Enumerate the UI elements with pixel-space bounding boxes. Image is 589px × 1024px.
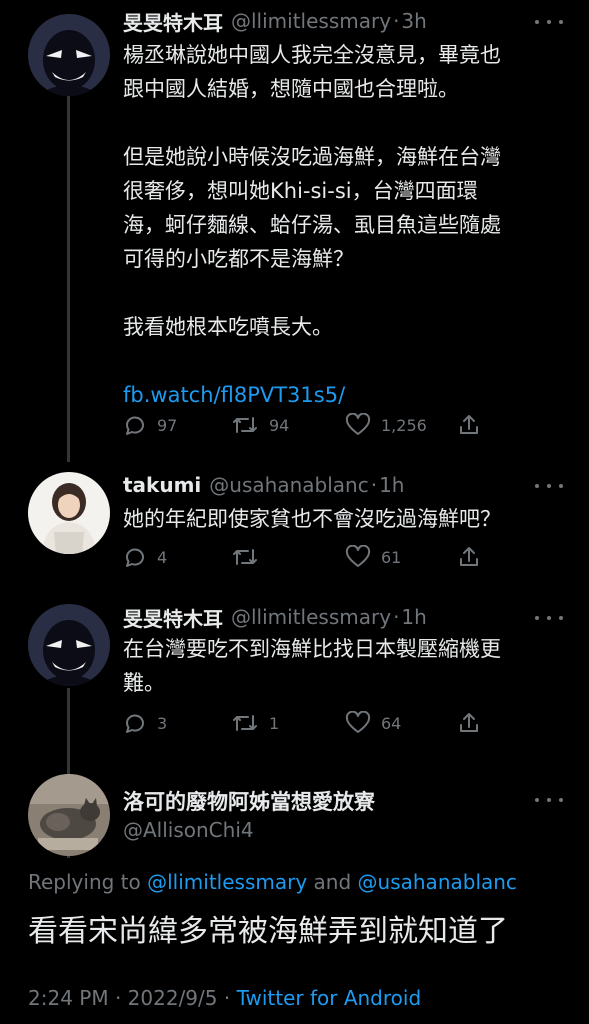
reply-button[interactable]: 3 xyxy=(123,710,167,736)
separator-dot: · xyxy=(108,986,128,1010)
share-button[interactable] xyxy=(457,710,481,736)
tweet-line: 我看她根本吃噴長大。 xyxy=(123,315,333,339)
tweet-link[interactable]: fb.watch/fl8PVT31s5/ xyxy=(123,378,573,412)
reply-button[interactable]: 97 xyxy=(123,412,177,438)
author-handle[interactable]: @llimitlessmary xyxy=(231,9,391,33)
retweet-button[interactable]: 94 xyxy=(231,412,289,438)
heart-icon xyxy=(345,711,371,733)
separator-dot: · xyxy=(393,605,400,629)
tweet-actions: 3 1 64 xyxy=(123,710,503,736)
separator-dot: · xyxy=(393,9,400,33)
author-name[interactable]: 旻旻特木耳 xyxy=(123,603,223,632)
retweet-button[interactable] xyxy=(231,544,269,570)
detective-avatar-icon xyxy=(28,14,110,96)
thread-connector xyxy=(67,92,70,462)
retweet-icon xyxy=(233,417,257,433)
reply-icon xyxy=(126,714,144,733)
share-icon xyxy=(460,713,478,732)
reply-icon xyxy=(126,416,144,435)
tweet-line: 海，蚵仔麵線、蛤仔湯、虱目魚這些隨處 xyxy=(123,213,501,237)
more-options-icon[interactable] xyxy=(535,790,563,810)
retweet-icon xyxy=(233,715,257,731)
tweet-line: 但是她說小時候沒吃過海鮮，海鮮在台灣 xyxy=(123,145,501,169)
replying-and: and xyxy=(307,870,358,894)
tweet-text: 楊丞琳說她中國人我完全沒意見，畢竟也 跟中國人結婚，想隨中國也合理啦。 但是她說… xyxy=(123,38,573,412)
retweet-icon xyxy=(233,549,257,565)
retweet-button[interactable]: 1 xyxy=(231,710,279,736)
mention-link[interactable]: @llimitlessmary xyxy=(147,870,307,894)
retweet-count: 1 xyxy=(269,713,280,733)
retweet-count: 94 xyxy=(269,415,290,435)
share-icon xyxy=(460,547,478,566)
like-count: 61 xyxy=(381,547,402,567)
more-options-icon[interactable] xyxy=(535,608,563,628)
tweet-time[interactable]: 1h xyxy=(379,473,404,497)
replying-to: Replying to @llimitlessmary and @usahana… xyxy=(28,870,517,894)
heart-icon xyxy=(345,545,371,567)
separator-dot: · xyxy=(370,473,378,497)
tweet-line: 很奢侈，想叫她Khi-si-si，台灣四面環 xyxy=(123,179,478,203)
tweet-text: 她的年紀即使家貧也不會沒吃過海鮮吧？ xyxy=(123,502,573,536)
share-button[interactable] xyxy=(457,544,481,570)
tweet-line: 在台灣要吃不到海鮮比找日本製壓縮機更 xyxy=(123,637,501,661)
tweet-actions: 97 94 1,256 xyxy=(123,412,503,438)
share-button[interactable] xyxy=(457,412,481,438)
tweet-line: 難。 xyxy=(123,671,165,695)
like-button[interactable]: 64 xyxy=(345,710,401,736)
author-handle[interactable]: @usahanablanc xyxy=(209,473,368,497)
more-options-icon[interactable] xyxy=(535,476,563,496)
reply-count: 4 xyxy=(157,547,168,567)
tweet-actions: 4 61 xyxy=(123,544,503,570)
mention-link[interactable]: @usahanablanc xyxy=(358,870,517,894)
tweet-line: 她的年紀即使家貧也不會沒吃過海鮮吧？ xyxy=(123,507,501,531)
cat-avatar-icon xyxy=(28,774,110,856)
share-icon xyxy=(460,415,478,434)
tweet-text: 在台灣要吃不到海鮮比找日本製壓縮機更 難。 xyxy=(123,632,573,700)
more-options-icon[interactable] xyxy=(535,12,563,32)
reply-icon xyxy=(126,548,144,567)
tweet-time[interactable]: 1h xyxy=(401,605,426,629)
author-name[interactable]: takumi xyxy=(123,473,201,497)
avatar[interactable] xyxy=(28,774,110,856)
reply-count: 97 xyxy=(157,415,178,435)
tweet-time[interactable]: 2:24 PM xyxy=(28,986,109,1010)
separator-dot: · xyxy=(217,986,237,1010)
avatar[interactable] xyxy=(28,472,110,554)
detective-avatar-icon xyxy=(28,604,110,686)
like-button[interactable]: 1,256 xyxy=(345,412,427,438)
author-name[interactable]: 洛可的廢物阿姊當想愛放寮 xyxy=(123,786,375,816)
woman-avatar-icon xyxy=(28,472,110,554)
tweet-time[interactable]: 3h xyxy=(401,9,426,33)
reply-count: 3 xyxy=(157,713,168,733)
author-name[interactable]: 旻旻特木耳 xyxy=(123,7,223,36)
tweet-source[interactable]: Twitter for Android xyxy=(237,986,422,1010)
like-count: 1,256 xyxy=(381,415,427,435)
like-button[interactable]: 61 xyxy=(345,544,401,570)
replying-prefix: Replying to xyxy=(28,870,148,894)
tweet-line: 跟中國人結婚，想隨中國也合理啦。 xyxy=(123,77,459,101)
tweet-meta: 2:24 PM · 2022/9/5 · Twitter for Android xyxy=(28,986,421,1010)
author-handle[interactable]: @AllisonChi4 xyxy=(123,818,254,842)
tweet-date[interactable]: 2022/9/5 xyxy=(128,986,218,1010)
tweet-line: 楊丞琳說她中國人我完全沒意見，畢竟也 xyxy=(123,43,501,67)
tweet-line: 可得的小吃都不是海鮮？ xyxy=(123,247,354,271)
like-count: 64 xyxy=(381,713,402,733)
heart-icon xyxy=(345,413,371,435)
reply-button[interactable]: 4 xyxy=(123,544,167,570)
avatar[interactable] xyxy=(28,14,110,96)
avatar[interactable] xyxy=(28,604,110,686)
tweet-text: 看看宋尚緯多常被海鮮弄到就知道了 xyxy=(28,914,508,949)
author-handle[interactable]: @llimitlessmary xyxy=(231,605,391,629)
